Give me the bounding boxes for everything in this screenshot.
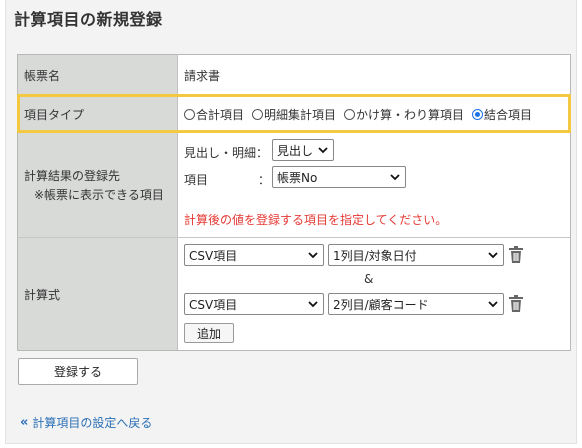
report-name-label: 帳票名	[18, 55, 178, 95]
operand2-field-select[interactable]: 2列目/顧客コード	[328, 293, 504, 315]
delete-operand1-trash-icon[interactable]	[508, 246, 524, 264]
chevron-down-icon	[488, 252, 498, 259]
item-type-label: 項目タイプ	[18, 96, 178, 132]
item-type-options: 合計項目 明細集計項目 かけ算・わり算項目 結合項目	[178, 96, 570, 132]
radio-circle-icon[interactable]	[184, 108, 195, 120]
back-link[interactable]: « 計算項目の設定へ戻る	[20, 414, 152, 431]
operand1-field-select[interactable]: 1列目/対象日付	[328, 244, 504, 266]
chevron-down-icon	[488, 301, 498, 308]
heading-detail-select[interactable]: 見出し	[272, 139, 334, 161]
destination-value: 見出し・明細： 見出し 項目 ： 帳票No 計算後の値を登録する項目を指定してく…	[178, 133, 570, 237]
heading-detail-label: 見出し・明細：	[184, 146, 269, 160]
operand2-source-select[interactable]: CSV項目	[184, 293, 324, 315]
destination-label: 計算結果の登録先 ※帳票に表示できる項目	[18, 133, 178, 237]
item-label: 項目	[184, 173, 209, 187]
chevron-down-icon	[308, 252, 318, 259]
destination-sublabel: ※帳票に表示できる項目	[34, 188, 164, 202]
chevron-down-icon	[318, 147, 328, 154]
formula-label: 計算式	[18, 238, 178, 350]
operator-text: &	[364, 272, 374, 286]
radio-circle-icon[interactable]	[252, 108, 264, 120]
destination-row: 計算結果の登録先 ※帳票に表示できる項目 見出し・明細： 見出し 項目 ： 帳票…	[18, 132, 570, 237]
calc-item-form: 帳票名 請求書 項目タイプ 合計項目 明細集計項目 かけ算・わり算項目 結合項目…	[17, 54, 571, 351]
formula-value: CSV項目 1列目/対象日付 & CSV項目 2列目/顧客コード 追加	[178, 238, 570, 350]
radio-selected-icon[interactable]	[472, 108, 484, 120]
double-chevron-left-icon: «	[20, 415, 29, 430]
submit-button[interactable]: 登録する	[18, 358, 138, 385]
item-colon: ：	[258, 173, 271, 187]
chevron-down-icon	[308, 301, 318, 308]
destination-hint: 計算後の値を登録する項目を指定してください。	[184, 213, 448, 227]
radio-detail-aggregate[interactable]: 明細集計項目	[252, 106, 336, 123]
operand1-source-select[interactable]: CSV項目	[184, 244, 324, 266]
add-operand-button[interactable]: 追加	[184, 323, 234, 343]
radio-total[interactable]: 合計項目	[184, 106, 244, 123]
formula-row: 計算式 CSV項目 1列目/対象日付 & CSV項目 2列目/顧客コード 追加	[18, 237, 570, 350]
radio-circle-icon[interactable]	[344, 108, 356, 120]
radio-concatenate[interactable]: 結合項目	[472, 106, 532, 123]
item-select[interactable]: 帳票No	[272, 166, 406, 188]
delete-operand2-trash-icon[interactable]	[508, 295, 524, 313]
chevron-down-icon	[390, 174, 400, 181]
report-name-row: 帳票名 請求書	[18, 55, 570, 95]
radio-multiply-divide[interactable]: かけ算・わり算項目	[344, 106, 464, 123]
item-type-row: 項目タイプ 合計項目 明細集計項目 かけ算・わり算項目 結合項目	[17, 94, 571, 133]
form-panel: 計算項目の新規登録 帳票名 請求書 項目タイプ 合計項目 明細集計項目 かけ算・…	[5, 0, 577, 444]
report-name-value: 請求書	[184, 68, 221, 83]
page-title: 計算項目の新規登録	[14, 10, 163, 29]
